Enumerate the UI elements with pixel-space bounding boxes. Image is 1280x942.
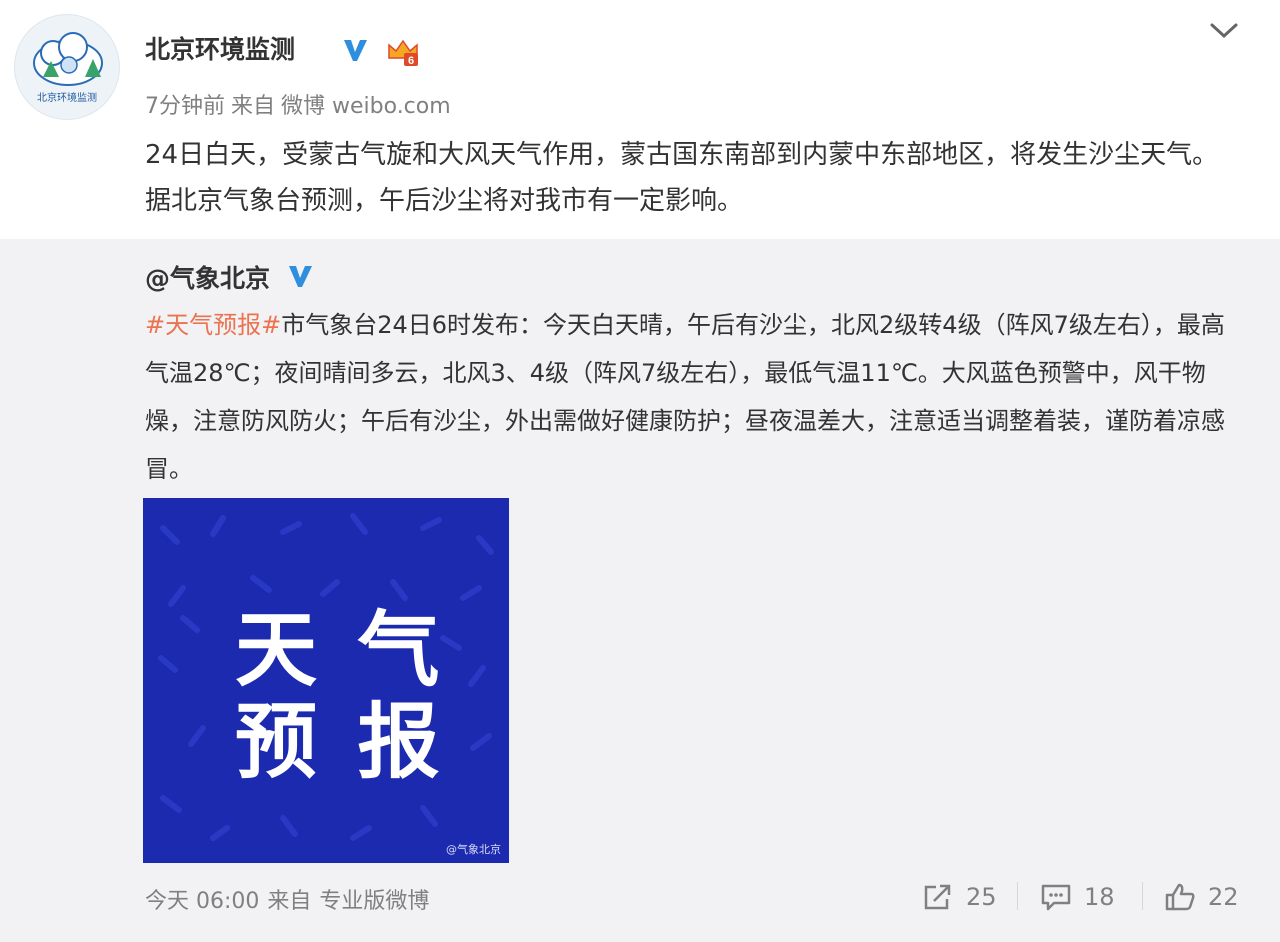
- image-title-line1: 天 气: [235, 603, 446, 698]
- hashtag-link[interactable]: #天气预报#: [145, 311, 281, 339]
- repost-source-prefix: 来自: [267, 889, 312, 914]
- weather-forecast-image[interactable]: 天 气 预 报 @气象北京: [143, 498, 509, 863]
- like-button[interactable]: 22: [1164, 879, 1239, 915]
- chevron-down-icon[interactable]: [1208, 20, 1240, 42]
- verified-icon: [289, 266, 312, 287]
- like-icon: [1165, 883, 1195, 911]
- action-divider: [1017, 882, 1018, 910]
- post-source-prefix: 来自: [231, 94, 276, 119]
- repost-source[interactable]: 专业版微博: [319, 889, 429, 914]
- post-meta: 7分钟前 来自 微博 weibo.com: [145, 88, 457, 120]
- comment-icon: [1041, 884, 1071, 911]
- repost-time[interactable]: 今天 06:00: [145, 889, 259, 914]
- post-author[interactable]: 北京环境监测: [145, 30, 295, 66]
- repost-button[interactable]: 25: [922, 879, 997, 915]
- crown-badge-icon[interactable]: 6: [386, 36, 420, 68]
- repost-body: 市气象台24日6时发布：今天白天晴，午后有沙尘，北风2级转4级（阵风7级左右），…: [145, 311, 1225, 483]
- repost-card: @气象北京 #天气预报#市气象台24日6时发布：今天白天晴，午后有沙尘，北风2级…: [0, 239, 1280, 942]
- action-divider: [1142, 882, 1143, 910]
- image-watermark: @气象北京: [446, 843, 501, 856]
- avatar-caption: 北京环境监测: [37, 93, 97, 104]
- post-time[interactable]: 7分钟前: [145, 94, 225, 119]
- comment-count: 18: [1084, 883, 1115, 911]
- post-source[interactable]: 微博 weibo.com: [281, 94, 451, 119]
- verified-icon: [344, 40, 367, 61]
- comment-button[interactable]: 18: [1040, 879, 1115, 915]
- repost-meta: 今天 06:00 来自 专业版微博: [145, 883, 437, 915]
- avatar-cloud-icon: [33, 32, 103, 86]
- avatar[interactable]: 北京环境监测: [14, 14, 120, 120]
- repost-icon: [924, 884, 951, 910]
- post-text: 24日白天，受蒙古气旋和大风天气作用，蒙古国东南部到内蒙中东部地区，将发生沙尘天…: [145, 140, 1219, 216]
- repost-author[interactable]: @气象北京: [145, 259, 270, 295]
- like-count: 22: [1208, 883, 1239, 911]
- repost-text: #天气预报#市气象台24日6时发布：今天白天晴，午后有沙尘，北风2级转4级（阵风…: [145, 301, 1230, 493]
- image-title-line2: 预 报: [235, 695, 446, 790]
- repost-count: 25: [966, 883, 997, 911]
- badge-level: 6: [408, 55, 414, 67]
